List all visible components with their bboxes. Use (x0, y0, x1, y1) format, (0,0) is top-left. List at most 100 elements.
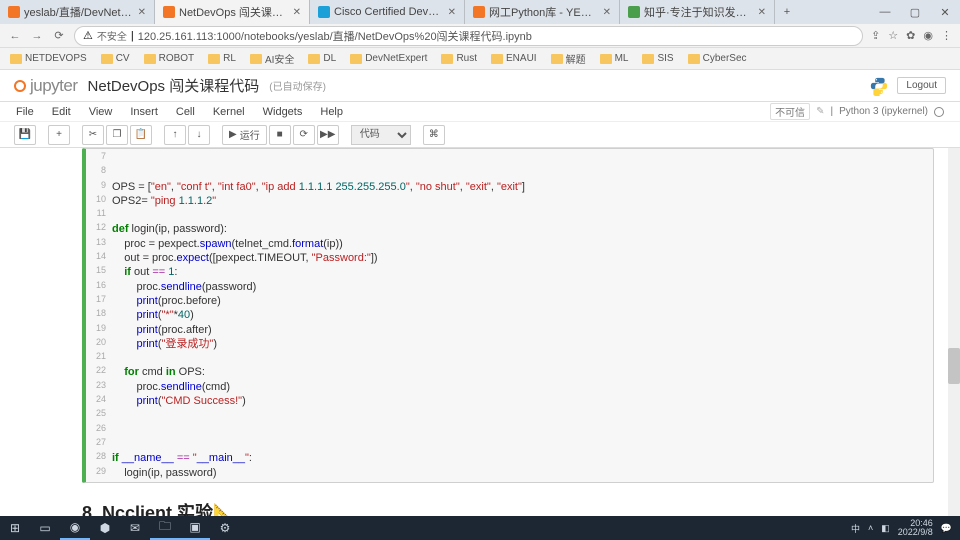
menu-cell[interactable]: Cell (176, 106, 195, 118)
tray-network-icon[interactable]: ◧ (881, 523, 890, 534)
browser-tabstrip: yeslab/直播/DevNetPro_3day✕NetDevOps 闯关课程代… (0, 0, 960, 24)
interrupt-button[interactable]: ■ (269, 125, 291, 145)
menu-edit[interactable]: Edit (52, 106, 71, 118)
tray-chevron-icon[interactable]: ˄ (868, 523, 873, 533)
teams-task[interactable]: ⬢ (90, 516, 120, 540)
new-tab-button[interactable]: + (775, 0, 799, 24)
browser-tab[interactable]: 网工Python库 - YESLAB超级实 ✕ (465, 0, 620, 24)
clock[interactable]: 20:462022/9/8 (898, 519, 933, 537)
tab-title: yeslab/直播/DevNetPro_3day (24, 4, 134, 20)
explorer-task[interactable]: 🗀 (150, 516, 180, 540)
logout-button[interactable]: Logout (897, 77, 946, 94)
maximize-button[interactable]: ▢ (900, 0, 930, 24)
bookmark-item[interactable]: 解题 (551, 51, 586, 66)
edit-icon[interactable]: ✎ (816, 106, 824, 117)
bookmark-item[interactable]: RL (208, 53, 236, 64)
run-button[interactable]: ▶ 运行 (222, 125, 267, 145)
system-tray[interactable]: 中 ˄ ◧ 20:462022/9/8 💬 (851, 519, 960, 537)
close-tab-icon[interactable]: ✕ (603, 7, 611, 18)
bookmark-item[interactable]: CyberSec (688, 53, 747, 64)
cell-prompt (14, 148, 82, 483)
extension-icon[interactable]: ✿ (906, 29, 915, 42)
reload-button[interactable]: ⟳ (52, 29, 66, 42)
close-tab-icon[interactable]: ✕ (138, 7, 146, 18)
bookmark-item[interactable]: ENAUI (491, 53, 537, 64)
browser-tab[interactable]: 知乎·专注于知识发现与内容付出✕ (620, 0, 775, 24)
star-icon[interactable]: ☆ (888, 29, 898, 42)
scroll-thumb[interactable] (948, 348, 960, 384)
notebook-name[interactable]: NetDevOps 闯关课程代码 (88, 75, 260, 96)
bookmark-item[interactable]: DevNetExpert (350, 53, 427, 64)
toolbar: 💾 + ✂ ❐ 📋 ↑ ↓ ▶ 运行 ■ ⟳ ▶▶ 代码 ⌘ (0, 122, 960, 148)
folder-icon (208, 54, 220, 64)
jupyter-logo[interactable]: jupyter (14, 76, 78, 96)
favicon (473, 6, 485, 18)
close-window-button[interactable]: ✕ (930, 0, 960, 24)
kebab-menu-icon[interactable]: ⋮ (941, 29, 952, 42)
back-button[interactable]: ← (8, 30, 22, 42)
bookmark-item[interactable]: ROBOT (144, 53, 195, 64)
paste-button[interactable]: 📋 (130, 125, 152, 145)
menu-kernel[interactable]: Kernel (213, 106, 245, 118)
copy-button[interactable]: ❐ (106, 125, 128, 145)
menu-help[interactable]: Help (320, 106, 343, 118)
mail-task[interactable]: ✉ (120, 516, 150, 540)
bookmark-item[interactable]: SIS (642, 53, 673, 64)
kernel-name[interactable]: Python 3 (ipykernel) (839, 106, 928, 117)
close-tab-icon[interactable]: ✕ (293, 7, 301, 18)
minimize-button[interactable]: — (870, 0, 900, 24)
chrome-task[interactable]: ◉ (60, 516, 90, 540)
profile-icon[interactable]: ◉ (923, 29, 933, 42)
code-input[interactable]: 7 8 9OPS = ["en", "conf t", "int fa0", "… (82, 148, 934, 483)
menu-insert[interactable]: Insert (130, 106, 158, 118)
menu-file[interactable]: File (16, 106, 34, 118)
code-cell[interactable]: 7 8 9OPS = ["en", "conf t", "int fa0", "… (14, 148, 934, 483)
scrollbar[interactable] (948, 148, 960, 516)
insecure-icon: ⚠ (83, 29, 93, 42)
browser-tab[interactable]: NetDevOps 闯关课程代码 - Ju✕ (155, 0, 310, 24)
cut-button[interactable]: ✂ (82, 125, 104, 145)
markdown-cell[interactable]: 8. Ncclient 实验📐 Cisco IOS XR 的 XML说明文档 8… (82, 493, 934, 516)
bookmark-item[interactable]: CV (101, 53, 130, 64)
close-tab-icon[interactable]: ✕ (758, 7, 766, 18)
move-up-button[interactable]: ↑ (164, 125, 186, 145)
start-button[interactable]: ⊞ (0, 516, 30, 540)
command-palette-button[interactable]: ⌘ (423, 125, 445, 145)
browser-tab[interactable]: Cisco Certified DevNet Expert✕ (310, 0, 465, 24)
menu-bar: FileEditViewInsertCellKernelWidgetsHelp … (0, 102, 960, 122)
address-field[interactable]: ⚠ 不安全 | 120.25.161.113:1000/notebooks/ye… (74, 26, 863, 46)
terminal-task[interactable]: ▣ (180, 516, 210, 540)
share-icon[interactable]: ⇪ (871, 29, 880, 42)
address-bar-row: ← → ⟳ ⚠ 不安全 | 120.25.161.113:1000/notebo… (0, 24, 960, 48)
tab-title: 网工Python库 - YESLAB超级实 (489, 4, 599, 20)
bookmark-item[interactable]: DL (308, 53, 336, 64)
tray-lang-icon[interactable]: 中 (851, 522, 860, 535)
bookmark-item[interactable]: NETDEVOPS (10, 53, 87, 64)
menu-view[interactable]: View (89, 106, 113, 118)
folder-icon (308, 54, 320, 64)
restart-button[interactable]: ⟳ (293, 125, 315, 145)
move-down-button[interactable]: ↓ (188, 125, 210, 145)
autosave-status: (已自动保存) (269, 78, 326, 93)
favicon (8, 6, 20, 18)
cell-type-select[interactable]: 代码 (351, 125, 411, 145)
settings-task[interactable]: ⚙ (210, 516, 240, 540)
bookmark-item[interactable]: ML (600, 53, 629, 64)
run-all-button[interactable]: ▶▶ (317, 125, 339, 145)
notification-icon[interactable]: 💬 (941, 523, 952, 534)
browser-tab[interactable]: yeslab/直播/DevNetPro_3day ✕ (0, 0, 155, 24)
bookmark-item[interactable]: Rust (441, 53, 477, 64)
jupyter-header: jupyter NetDevOps 闯关课程代码 (已自动保存) Logout (0, 70, 960, 102)
trusted-indicator[interactable]: 不可信 (770, 103, 810, 120)
bookmark-item[interactable]: AI安全 (250, 51, 294, 66)
folder-icon (600, 54, 612, 64)
close-tab-icon[interactable]: ✕ (448, 7, 456, 18)
notebook-area[interactable]: 7 8 9OPS = ["en", "conf t", "int fa0", "… (0, 148, 948, 516)
folder-icon (101, 54, 113, 64)
bookmarks-bar: NETDEVOPS CV ROBOT RL AI安全 DL DevNetExpert Rust… (0, 48, 960, 70)
forward-button[interactable]: → (30, 30, 44, 42)
menu-widgets[interactable]: Widgets (263, 106, 303, 118)
save-button[interactable]: 💾 (14, 125, 36, 145)
add-cell-button[interactable]: + (48, 125, 70, 145)
task-view-button[interactable]: ▭ (30, 516, 60, 540)
